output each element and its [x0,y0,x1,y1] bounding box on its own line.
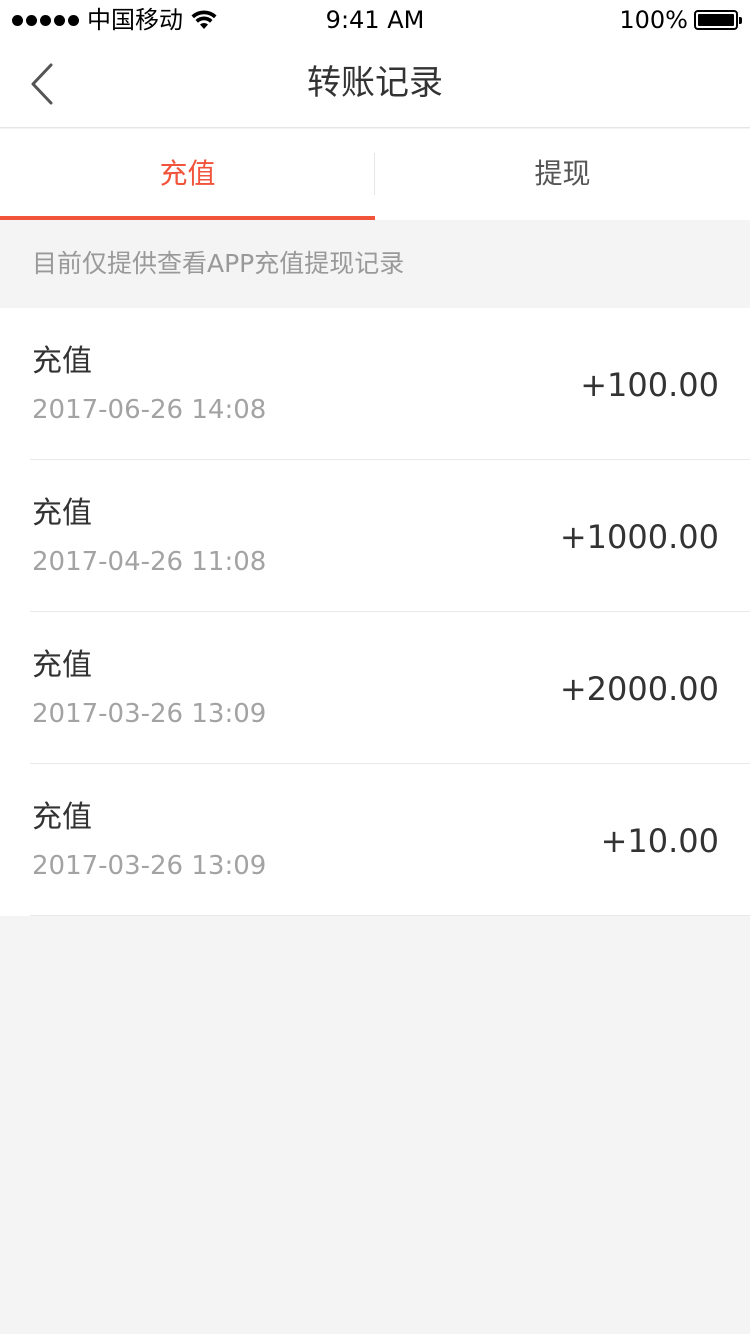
record-amount: +2000.00 [559,670,719,708]
battery-icon [694,10,742,30]
record-title: 充值 [32,648,92,683]
record-title: 充值 [32,800,92,835]
record-amount: +100.00 [580,366,719,404]
record-amount: +1000.00 [559,518,719,556]
record-time: 2017-03-26 13:09 [32,851,267,881]
back-button[interactable] [20,60,64,108]
notice-text: 目前仅提供查看APP充值提现记录 [0,220,750,308]
list-item[interactable]: 充值 2017-03-26 13:09 +10.00 [30,764,750,916]
list-item[interactable]: 充值 2017-03-26 13:09 +2000.00 [30,612,750,764]
record-title: 充值 [32,496,92,531]
record-title: 充值 [32,344,92,379]
record-time: 2017-03-26 13:09 [32,699,267,729]
page-title: 转账记录 [307,63,443,103]
status-bar: 中国移动 9:41 AM 100% [0,0,750,40]
record-amount: +10.00 [600,822,719,860]
battery-percentage: 100% [619,6,688,34]
navigation-bar: 转账记录 [0,40,750,128]
list-item[interactable]: 充值 2017-04-26 11:08 +1000.00 [30,460,750,612]
record-time: 2017-04-26 11:08 [32,547,267,577]
list-item[interactable]: 充值 2017-06-26 14:08 +100.00 [30,308,750,460]
record-time: 2017-06-26 14:08 [32,395,267,425]
tab-recharge[interactable]: 充值 [0,129,375,220]
record-list: 充值 2017-06-26 14:08 +100.00 充值 2017-04-2… [0,308,750,916]
tab-withdraw[interactable]: 提现 [375,129,750,220]
status-right: 100% [619,6,742,34]
tab-divider [374,153,375,195]
chevron-left-icon [31,63,53,105]
tab-bar: 充值 提现 [0,129,750,220]
